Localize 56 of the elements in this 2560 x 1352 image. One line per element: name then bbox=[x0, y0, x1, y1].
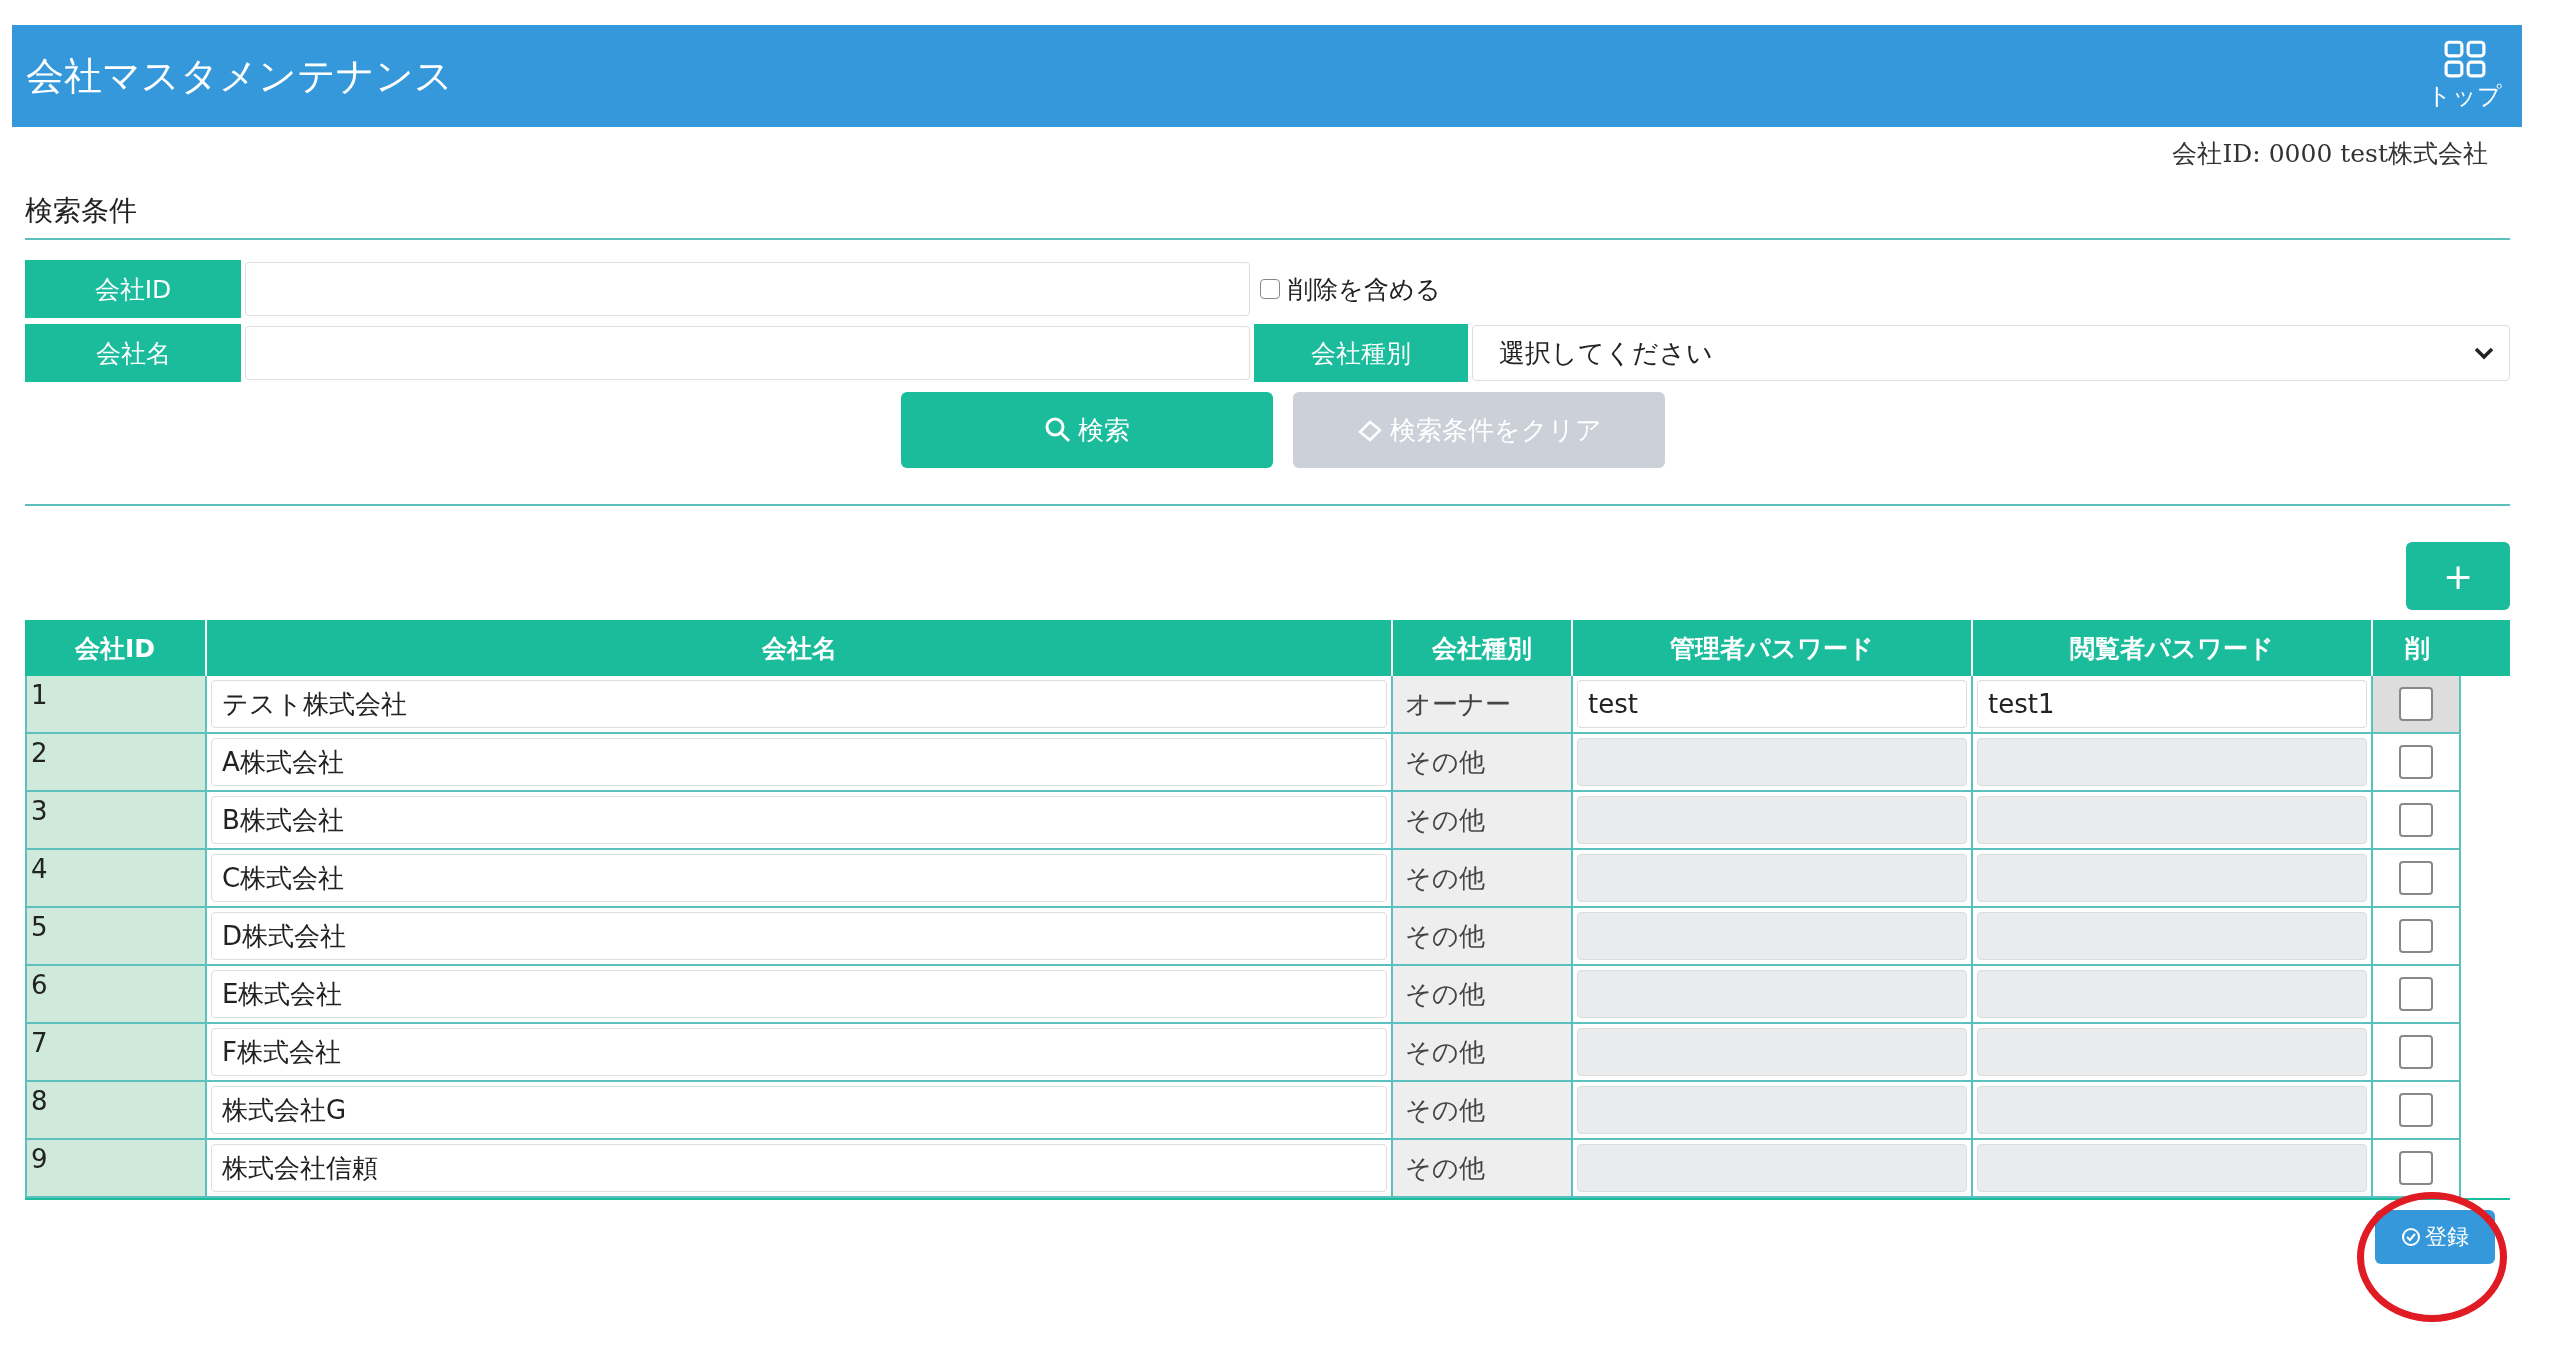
grid-icon bbox=[2443, 40, 2486, 78]
company-name-field[interactable]: 株式会社G bbox=[211, 1086, 1387, 1134]
include-deleted-checkbox[interactable]: 削除を含める bbox=[1260, 272, 1441, 306]
company-name-field[interactable]: F株式会社 bbox=[211, 1028, 1387, 1076]
chevron-icon bbox=[2473, 346, 2495, 360]
delete-checkbox[interactable] bbox=[2399, 1035, 2433, 1069]
table-cell: 4 bbox=[25, 850, 205, 908]
check-circle-icon bbox=[2401, 1227, 2421, 1247]
delete-checkbox[interactable] bbox=[2399, 919, 2433, 953]
company-name-field[interactable]: D株式会社 bbox=[211, 912, 1387, 960]
table-cell: その他 bbox=[1391, 792, 1571, 850]
table-cell: その他 bbox=[1391, 966, 1571, 1024]
table-cell: 3 bbox=[25, 792, 205, 850]
delete-checkbox[interactable] bbox=[2399, 1093, 2433, 1127]
table-cell: 6 bbox=[25, 966, 205, 1024]
company-name-field[interactable]: B株式会社 bbox=[211, 796, 1387, 844]
table-cell: 7 bbox=[25, 1024, 205, 1082]
column-header: 閲覧者パスワード bbox=[1971, 620, 2371, 676]
table-cell: 5 bbox=[25, 908, 205, 966]
field-label: 会社ID bbox=[25, 260, 241, 318]
delete-checkbox[interactable] bbox=[2399, 861, 2433, 895]
company-name-field[interactable]: A株式会社 bbox=[211, 738, 1387, 786]
table-cell: その他 bbox=[1391, 908, 1571, 966]
table-cell: その他 bbox=[1391, 1140, 1571, 1198]
password-field[interactable]: test1 bbox=[1977, 680, 2367, 728]
table-cell: 1 bbox=[25, 676, 205, 734]
field-label: 会社名 bbox=[25, 324, 241, 382]
delete-checkbox[interactable] bbox=[2399, 977, 2433, 1011]
company-name-field[interactable]: C株式会社 bbox=[211, 854, 1387, 902]
table-cell: 2 bbox=[25, 734, 205, 792]
password-field[interactable]: test bbox=[1577, 680, 1967, 728]
search-icon bbox=[1043, 416, 1072, 444]
delete-checkbox[interactable] bbox=[2399, 803, 2433, 837]
column-header: 会社ID bbox=[73, 632, 157, 665]
table-cell: オーナー bbox=[1391, 676, 1571, 734]
table-cell: 8 bbox=[25, 1082, 205, 1140]
table-cell: その他 bbox=[1391, 734, 1571, 792]
company-name-field[interactable]: 株式会社信頼 bbox=[211, 1144, 1387, 1192]
column-header: 管理者パスワード bbox=[1571, 620, 1971, 676]
delete-checkbox[interactable] bbox=[2399, 745, 2433, 779]
table-cell: その他 bbox=[1391, 850, 1571, 908]
company-name-field[interactable]: E株式会社 bbox=[211, 970, 1387, 1018]
company-name-field[interactable]: テスト株式会社 bbox=[211, 680, 1387, 728]
table-cell: その他 bbox=[1391, 1082, 1571, 1140]
select-field[interactable]: 選択してください bbox=[1472, 325, 2510, 381]
field-label: 会社種別 bbox=[1254, 324, 1468, 382]
delete-checkbox[interactable] bbox=[2399, 1151, 2433, 1185]
user-info: 会社ID: 0000 test株式会社 bbox=[2172, 138, 2488, 170]
table-cell: その他 bbox=[1391, 1024, 1571, 1082]
input-field[interactable] bbox=[245, 326, 1250, 380]
delete-checkbox[interactable] bbox=[2399, 687, 2433, 721]
page-title: 会社マスタメンテナンス bbox=[26, 52, 453, 100]
table-cell: 9 bbox=[25, 1140, 205, 1198]
section-title: 検索条件 bbox=[25, 170, 2510, 240]
input-field[interactable] bbox=[245, 262, 1250, 316]
column-header: 会社名 bbox=[205, 620, 1391, 676]
